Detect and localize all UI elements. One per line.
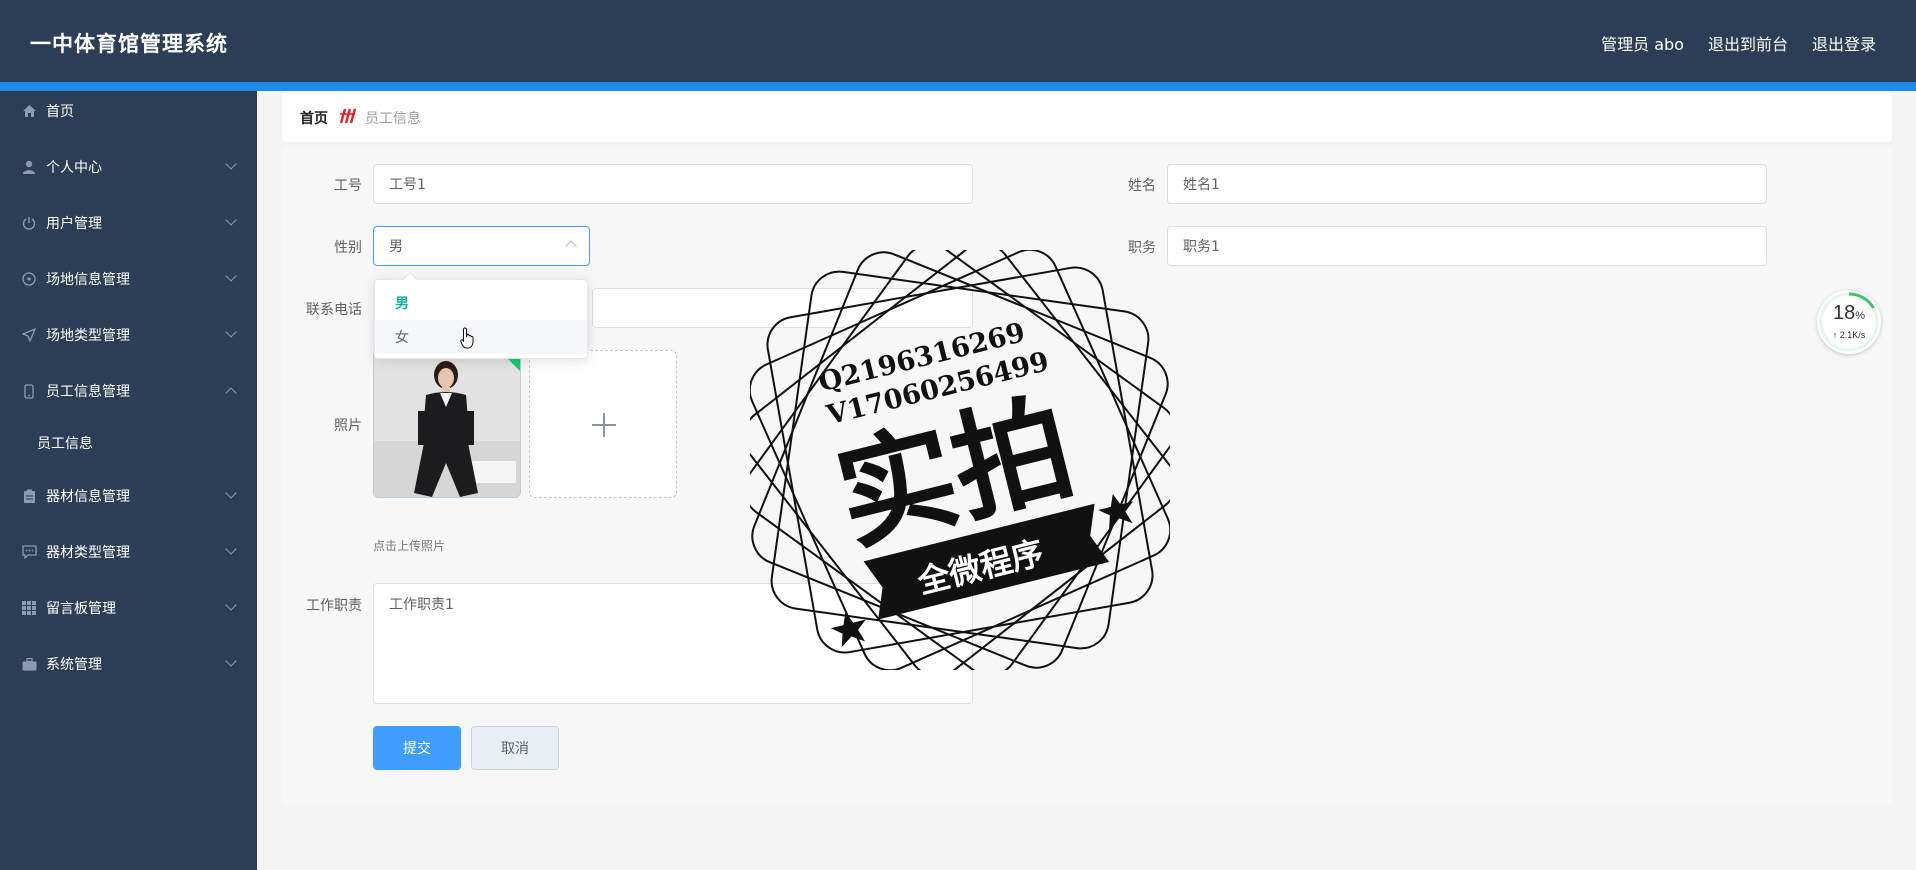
home-icon — [21, 103, 37, 119]
gauge-rate: ↑ 2.1K/s — [1832, 330, 1866, 340]
sidebar-subitem-label: 员工信息 — [37, 436, 93, 452]
chevron-up-icon — [225, 387, 237, 399]
sidebar: 首页 个人中心 用户管理 场地信息管理 场地类型管理 员工信息管理 员工信息 器… — [0, 91, 257, 870]
chevron-down-icon — [225, 214, 237, 226]
logout-link[interactable]: 退出登录 — [1812, 31, 1876, 55]
sidebar-item-label: 器材信息管理 — [46, 489, 130, 505]
sidebar-item-label: 系统管理 — [46, 657, 102, 673]
sidebar-item-personal-center[interactable]: 个人中心 — [0, 147, 257, 187]
grid-icon — [21, 600, 37, 616]
chevron-down-icon — [225, 543, 237, 555]
staff-id-label: 工号 — [334, 178, 362, 194]
position-input[interactable]: 职务1 — [1167, 226, 1767, 266]
compass-icon — [21, 271, 37, 287]
plus-icon-vertical — [603, 413, 605, 437]
sidebar-item-label: 场地信息管理 — [46, 272, 130, 288]
gender-option-female[interactable]: 女 — [375, 320, 587, 354]
app-title: 一中体育馆管理系统 — [30, 32, 228, 56]
staff-id-input[interactable]: 工号1 — [373, 164, 973, 204]
chevron-down-icon — [225, 599, 237, 611]
sidebar-item-label: 场地类型管理 — [46, 328, 130, 344]
header-accent-bar — [0, 82, 1916, 91]
sidebar-item-system-management[interactable]: 系统管理 — [0, 644, 257, 684]
gender-label: 性别 — [334, 240, 362, 256]
chevron-up-icon — [565, 240, 577, 252]
sidebar-item-message-board[interactable]: 留言板管理 — [0, 588, 257, 628]
phone-label: 联系电话 — [306, 302, 362, 318]
user-icon — [21, 159, 37, 175]
duty-label: 工作职责 — [306, 598, 362, 614]
chevron-down-icon — [225, 487, 237, 499]
power-icon — [21, 215, 37, 231]
name-input[interactable]: 姓名1 — [1167, 164, 1767, 204]
sidebar-item-label: 留言板管理 — [46, 601, 116, 617]
breadcrumb-separator-icon — [338, 107, 357, 129]
sidebar-item-label: 首页 — [46, 104, 74, 120]
name-label: 姓名 — [1128, 178, 1156, 194]
chevron-down-icon — [225, 158, 237, 170]
sidebar-item-label: 用户管理 — [46, 216, 102, 232]
network-speed-widget[interactable]: 18% ↑ 2.1K/s — [1817, 290, 1881, 354]
breadcrumb-current: 员工信息 — [365, 111, 421, 127]
briefcase-icon — [21, 656, 37, 672]
gender-select[interactable]: 男 — [373, 226, 590, 266]
gender-dropdown: 男 女 — [374, 271, 588, 359]
cancel-button[interactable]: 取消 — [471, 726, 559, 770]
breadcrumb: 首页 员工信息 — [282, 91, 1892, 142]
gender-option-male[interactable]: 男 — [375, 286, 587, 320]
sidebar-item-label: 个人中心 — [46, 160, 102, 176]
upload-hint: 点击上传照片 — [373, 539, 446, 553]
phone-input[interactable] — [592, 288, 973, 328]
staff-photo[interactable] — [373, 350, 521, 498]
sidebar-item-equipment-info[interactable]: 器材信息管理 — [0, 476, 257, 516]
sidebar-item-venue-info[interactable]: 场地信息管理 — [0, 259, 257, 299]
sidebar-item-user-management[interactable]: 用户管理 — [0, 203, 257, 243]
clipboard-icon — [21, 488, 37, 504]
chevron-down-icon — [225, 270, 237, 282]
send-icon — [21, 327, 37, 343]
breadcrumb-home[interactable]: 首页 — [300, 108, 328, 128]
header-nav: 管理员 abo 退出到前台 退出登录 — [1601, 31, 1876, 55]
sidebar-item-home[interactable]: 首页 — [0, 91, 257, 131]
admin-username[interactable]: 管理员 abo — [1601, 31, 1684, 55]
sidebar-item-label: 器材类型管理 — [46, 545, 130, 561]
sidebar-item-equipment-type[interactable]: 器材类型管理 — [0, 532, 257, 572]
top-header: 一中体育馆管理系统 管理员 abo 退出到前台 退出登录 — [0, 0, 1916, 82]
sidebar-item-venue-type[interactable]: 场地类型管理 — [0, 315, 257, 355]
chevron-down-icon — [225, 655, 237, 667]
gauge-percent: 18% — [1832, 302, 1866, 324]
sidebar-subitem-staff-info[interactable]: 员工信息 — [0, 423, 257, 463]
photo-label: 照片 — [334, 418, 362, 434]
hand-cursor-icon — [460, 327, 478, 353]
sidebar-item-staff-management[interactable]: 员工信息管理 — [0, 371, 257, 411]
chevron-down-icon — [225, 326, 237, 338]
sidebar-item-label: 员工信息管理 — [46, 384, 130, 400]
position-label: 职务 — [1128, 240, 1156, 256]
duty-textarea[interactable]: 工作职责1 — [373, 583, 973, 704]
mobile-icon — [21, 383, 37, 399]
submit-button[interactable]: 提交 — [373, 726, 461, 770]
message-icon — [21, 544, 37, 560]
exit-to-front-link[interactable]: 退出到前台 — [1708, 31, 1788, 55]
gender-select-value: 男 — [389, 239, 403, 255]
upload-photo-button[interactable] — [529, 350, 677, 498]
